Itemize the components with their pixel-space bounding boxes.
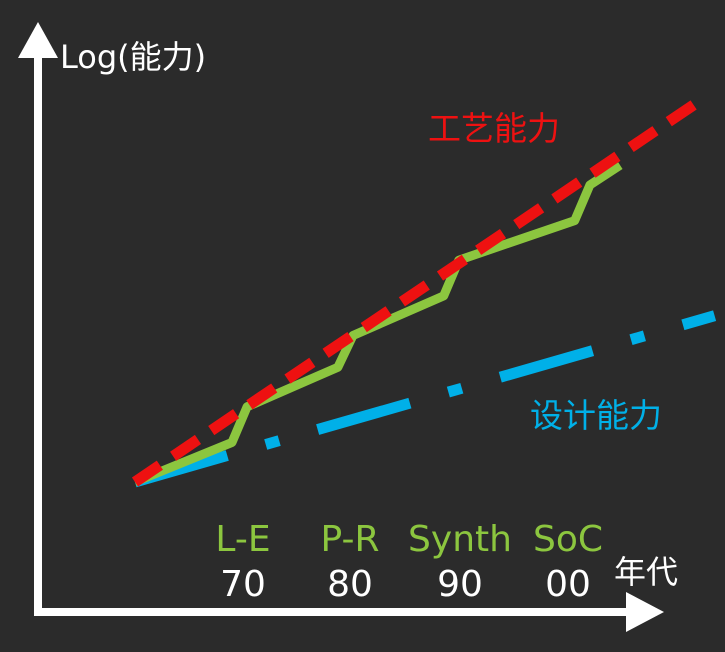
x-tick-label: 90 [437, 564, 483, 605]
x-tick-label: 70 [220, 564, 266, 605]
era-label: SoC [533, 519, 603, 560]
era-label: Synth [408, 519, 512, 560]
x-axis-title: 年代 [614, 553, 678, 591]
x-tick-label: 80 [327, 564, 373, 605]
era-label: L-E [215, 519, 270, 560]
design-capability-label: 设计能力 [530, 396, 662, 435]
process-capability-label: 工艺能力 [428, 109, 560, 148]
y-axis-arrow [18, 22, 58, 58]
capability-chart: Log(能力) 年代 工艺能力 设计能力 L-E P-R Synth SoC 7… [18, 22, 717, 632]
chart-canvas: Log(能力) 年代 工艺能力 设计能力 L-E P-R Synth SoC 7… [0, 0, 725, 648]
x-axis-arrow [626, 592, 664, 632]
x-tick-label: 00 [545, 564, 591, 605]
era-label: P-R [321, 519, 380, 560]
y-axis-title: Log(能力) [60, 38, 206, 76]
